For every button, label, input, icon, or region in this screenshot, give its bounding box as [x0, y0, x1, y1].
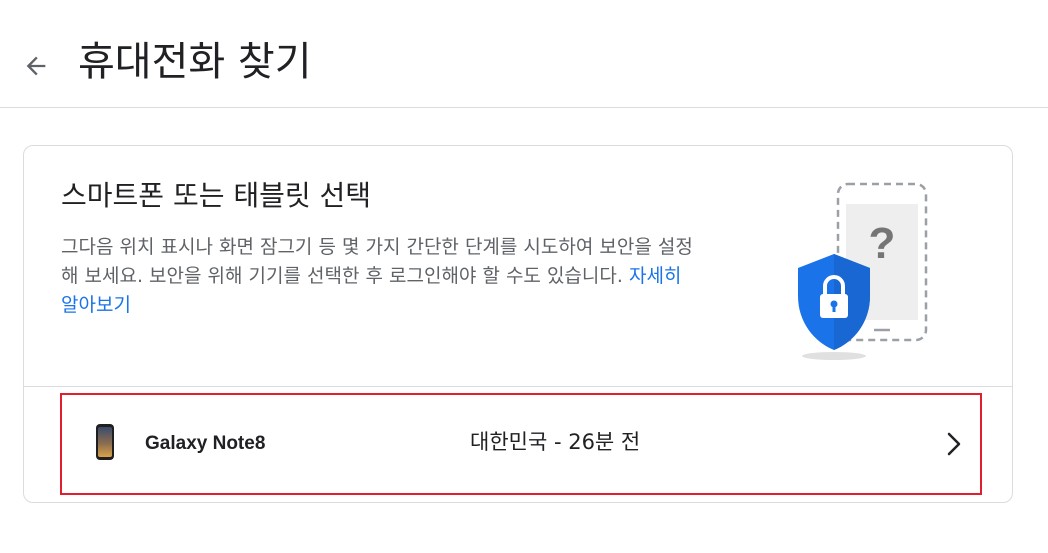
card-divider	[24, 386, 1012, 387]
card-description-text: 그다음 위치 표시나 화면 잠그기 등 몇 가지 간단한 단계를 시도하여 보안…	[61, 236, 693, 287]
phone-icon	[96, 424, 114, 460]
arrow-back-icon	[26, 56, 46, 76]
device-location-time: 대한민국 - 26분 전	[470, 430, 641, 454]
device-name: Galaxy Note8	[145, 433, 266, 454]
device-selection-card: 스마트폰 또는 태블릿 선택 그다음 위치 표시나 화면 잠그기 등 몇 가지 …	[23, 145, 1013, 503]
card-description: 그다음 위치 표시나 화면 잠그기 등 몇 가지 간단한 단계를 시도하여 보안…	[61, 233, 701, 320]
security-shield-lock-icon	[798, 254, 870, 350]
svg-text:?: ?	[869, 219, 896, 268]
chevron-right-icon	[947, 432, 961, 456]
page-header: 휴대전화 찾기	[0, 0, 1048, 108]
device-item-galaxy-note8[interactable]: Galaxy Note8 대한민국 - 26분 전	[60, 393, 982, 495]
back-button[interactable]	[18, 48, 54, 84]
card-title: 스마트폰 또는 태블릿 선택	[61, 179, 372, 212]
device-security-illustration: ?	[798, 182, 928, 360]
page-title: 휴대전화 찾기	[78, 39, 312, 85]
